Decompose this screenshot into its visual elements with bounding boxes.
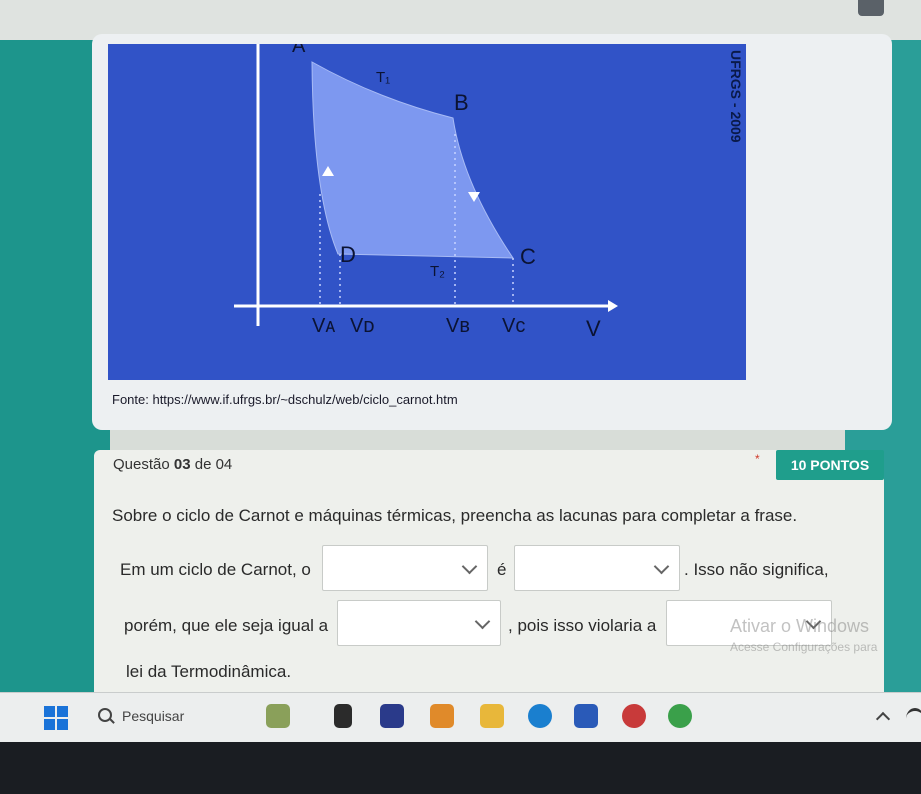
chevron-down-icon [474, 613, 491, 630]
point-d-label: D [340, 242, 356, 267]
store-icon[interactable] [574, 704, 598, 728]
question-statement: Sobre o ciclo de Carnot e máquinas térmi… [112, 506, 798, 525]
activate-windows-subtitle: Acesse Configurações para [730, 640, 878, 654]
t1-label: T₁ [376, 69, 390, 86]
edge-icon[interactable] [528, 704, 552, 728]
point-c-label: C [520, 244, 536, 269]
sentence-line2-part2: , pois isso violaria a [508, 616, 657, 635]
video-icon[interactable] [380, 704, 404, 728]
point-b-label: B [454, 90, 469, 115]
vd-label: Vᴅ [350, 315, 374, 337]
sentence-line1-part3: . Isso não significa, [684, 560, 829, 579]
sentence-line3: lei da Termodinâmica. [126, 662, 292, 681]
figure-watermark: UFRGS - 2009 [728, 50, 744, 143]
figure-source: Fonte: https://www.if.ufrgs.br/~dschulz/… [112, 392, 458, 407]
chevron-down-icon [653, 558, 670, 575]
monitor-bezel [0, 742, 921, 794]
windows-start-icon[interactable] [44, 706, 68, 730]
activate-windows-title: Ativar o Windows [730, 616, 870, 636]
va-label: Vᴀ [312, 315, 335, 337]
paint-icon[interactable] [430, 704, 454, 728]
question-suffix: de 04 [190, 456, 233, 473]
blank-dropdown-1[interactable] [322, 545, 488, 591]
blank-dropdown-3[interactable] [337, 600, 501, 646]
top-icon [858, 0, 884, 16]
sentence-line1-part2: é [497, 560, 507, 579]
question-number: 03 [173, 456, 191, 473]
folder-icon[interactable] [480, 704, 504, 728]
v-axis-label: V [586, 316, 601, 341]
t2-label: T₂ [430, 263, 445, 280]
question-counter: Questão 03 de 04 [113, 456, 232, 473]
widgets-icon[interactable] [266, 704, 290, 728]
chrome-icon[interactable] [668, 704, 692, 728]
opera-icon[interactable] [622, 704, 646, 728]
search-icon[interactable] [98, 708, 112, 722]
required-mark: * [755, 452, 760, 466]
points-badge: 10 PONTOS [776, 450, 884, 480]
vb-label: Vʙ [446, 315, 470, 337]
sentence-line2-part1: porém, que ele seja igual a [124, 616, 329, 635]
question-prefix: Questão [113, 456, 174, 473]
vc-label: Vᴄ [502, 315, 525, 337]
taskbar-search[interactable]: Pesquisar [122, 708, 184, 724]
chevron-down-icon [461, 558, 478, 575]
wifi-icon[interactable] [906, 708, 921, 729]
sentence-line1-part1: Em um ciclo de Carnot, o [120, 560, 311, 579]
carnot-cycle-figure: A T₁ B D T₂ C Vᴀ Vᴅ Vʙ Vᴄ V [108, 44, 746, 380]
files-icon[interactable] [334, 704, 352, 728]
blank-dropdown-2[interactable] [514, 545, 680, 591]
point-a-label: A [292, 44, 306, 57]
